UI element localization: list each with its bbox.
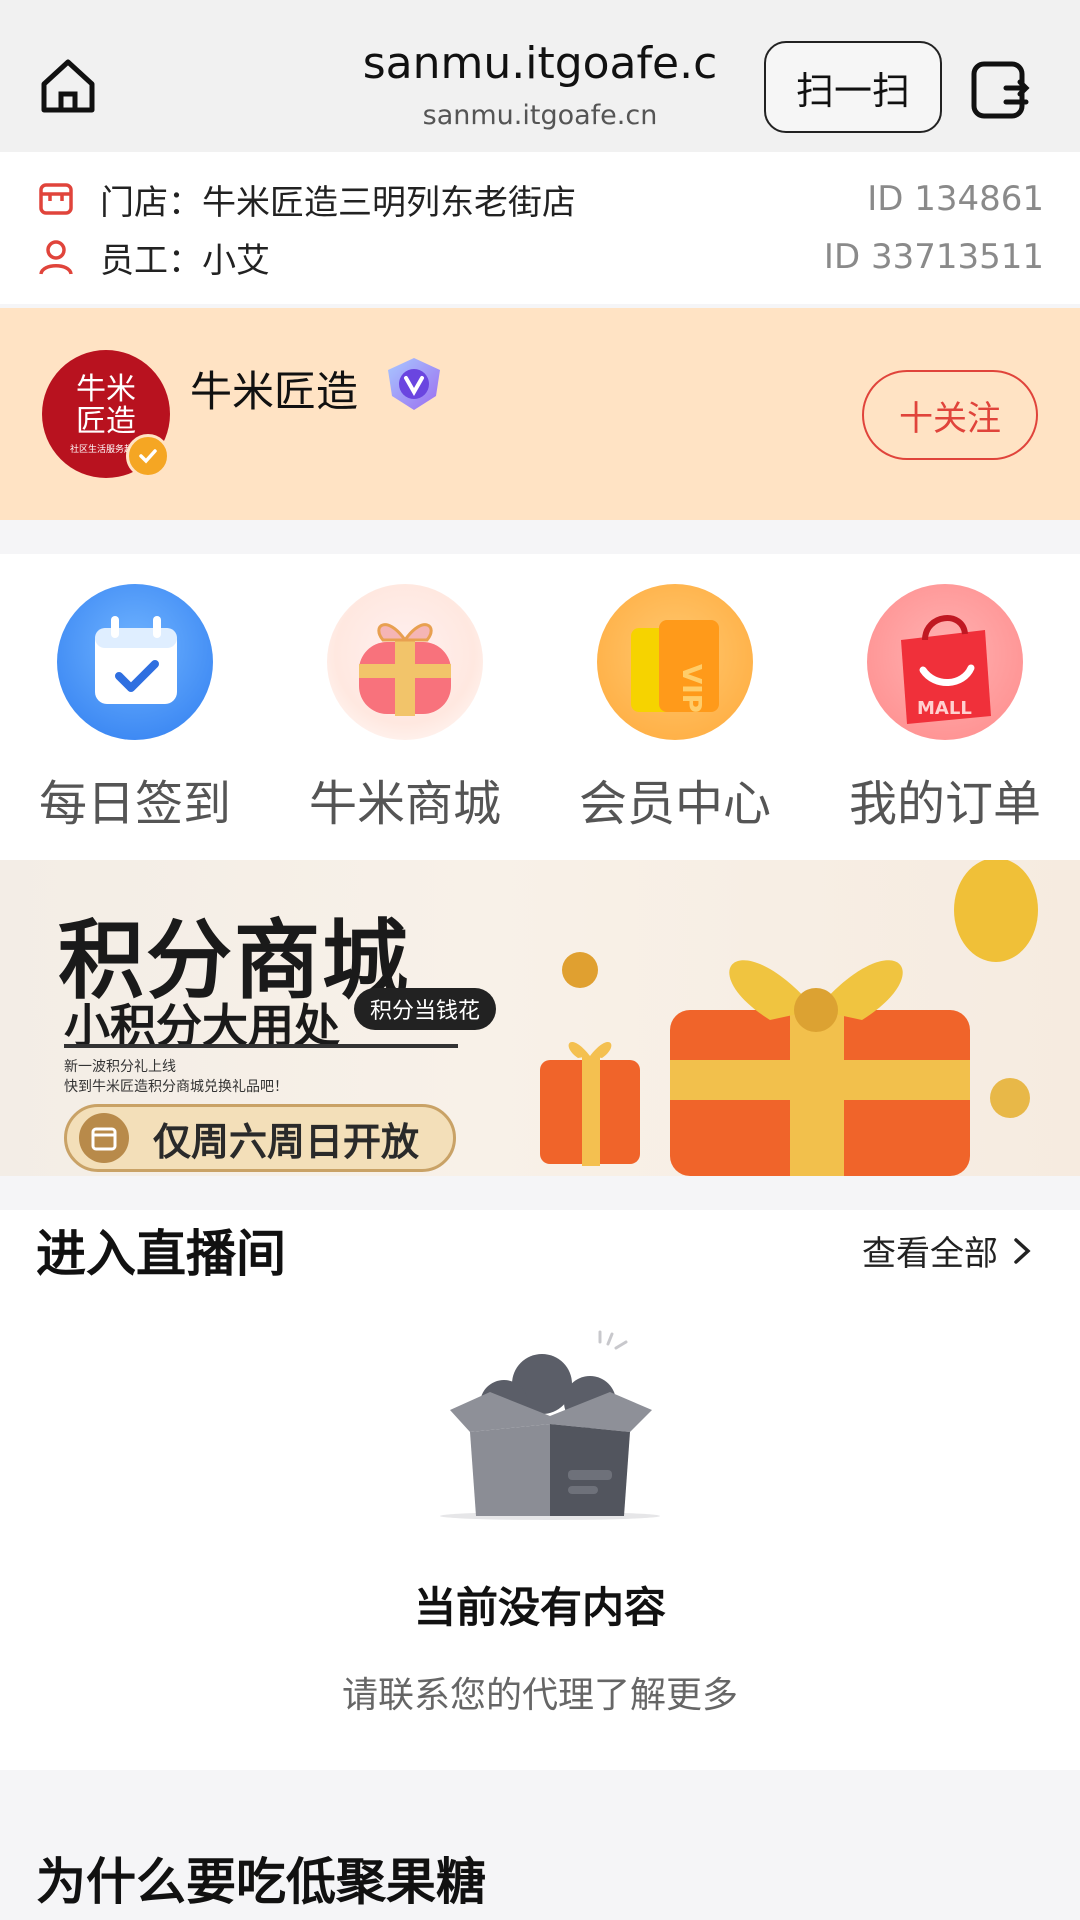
gift-box-icon [327, 584, 483, 740]
scan-button[interactable]: 扫一扫 [764, 41, 942, 133]
staff-id: ID 33713511 [823, 237, 1044, 277]
vip-card-icon: VIP [597, 584, 753, 740]
article-section: 为什么要吃低聚果糖 [0, 1770, 1080, 1920]
url-title[interactable]: sanmu.itgoafe.c [340, 38, 740, 89]
quick-entries: 每日签到 牛米商城 VIP 会员中心 MALL 我的订单 [0, 554, 1080, 860]
chevron-right-icon [1014, 1237, 1031, 1264]
url-subtitle: sanmu.itgoafe.cn [422, 100, 658, 131]
follow-button[interactable]: 十关注 [862, 370, 1038, 460]
home-icon[interactable] [36, 54, 100, 118]
store-icon [39, 183, 73, 215]
article-section-title: 为什么要吃低聚果糖 [36, 1853, 486, 1911]
see-all-link[interactable]: 查看全部 [862, 1226, 1032, 1275]
store-name: 牛米匠造三明列东老街店 [202, 182, 576, 223]
shopping-bag-icon: MALL [867, 584, 1023, 740]
banner-note-2: 快到牛米匠造积分商城兑换礼品吧！ [64, 1079, 288, 1095]
staff-name: 小艾 [202, 240, 270, 281]
points-mall-banner[interactable]: 积分商城 小积分大用处 积分当钱花 新一波积分礼上线 快到牛米匠造积分商城兑换礼… [0, 860, 1080, 1176]
calendar-check-icon [57, 584, 213, 740]
store-label: 门店： [100, 182, 202, 223]
svg-text:VIP: VIP [676, 664, 706, 713]
banner-pill-text: 仅周六周日开放 [153, 1119, 420, 1164]
store-id: ID 134861 [867, 179, 1044, 219]
person-icon [39, 240, 73, 275]
banner-tag: 积分当钱花 [354, 988, 497, 1030]
verified-icon [126, 434, 170, 478]
quick-entry-vip[interactable]: VIP 会员中心 [540, 584, 810, 834]
store-info-panel: 门店： 牛米匠造三明列东老街店 ID 134861 员工： 小艾 ID 3371… [0, 152, 1080, 304]
see-all-label: 查看全部 [862, 1234, 998, 1274]
quick-entry-label: 每日签到 [38, 776, 231, 832]
live-section-title: 进入直播间 [36, 1225, 286, 1283]
brand-name: 牛米匠造 [190, 367, 359, 416]
empty-box-icon [440, 1330, 660, 1520]
calendar-icon [79, 1113, 129, 1163]
vip-badge-icon [388, 358, 440, 410]
banner-note-1: 新一波积分礼上线 [64, 1059, 176, 1075]
empty-state-title: 当前没有内容 [413, 1583, 666, 1632]
quick-entry-label: 会员中心 [578, 776, 771, 832]
quick-entry-label: 牛米商城 [308, 776, 501, 832]
empty-state-subtitle: 请联系您的代理了解更多 [341, 1675, 738, 1716]
brand-card: 牛米 匠造 社区生活服务超市 牛米匠造 十关注 [0, 308, 1080, 520]
banner-open-days-pill: 仅周六周日开放 [64, 1104, 456, 1172]
tabs-switch-icon[interactable] [968, 58, 1032, 122]
quick-entry-mall[interactable]: 牛米商城 [270, 584, 540, 834]
browser-top-bar: sanmu.itgoafe.c sanmu.itgoafe.cn 扫一扫 [0, 0, 1080, 152]
quick-entry-checkin[interactable]: 每日签到 [0, 584, 270, 834]
staff-label: 员工： [100, 240, 202, 281]
svg-text:MALL: MALL [917, 698, 972, 719]
quick-entry-label: 我的订单 [848, 776, 1041, 832]
staff-row: 员工： 小艾 ID 33713511 [36, 232, 1044, 282]
live-room-section: 进入直播间 查看全部 当前没有内容 请联系您的代理了解更多 [0, 1210, 1080, 1770]
banner-divider [64, 1044, 458, 1048]
gift-illustration-icon [540, 860, 1038, 1176]
store-row: 门店： 牛米匠造三明列东老街店 ID 134861 [36, 174, 1044, 224]
quick-entry-orders[interactable]: MALL 我的订单 [810, 584, 1080, 834]
